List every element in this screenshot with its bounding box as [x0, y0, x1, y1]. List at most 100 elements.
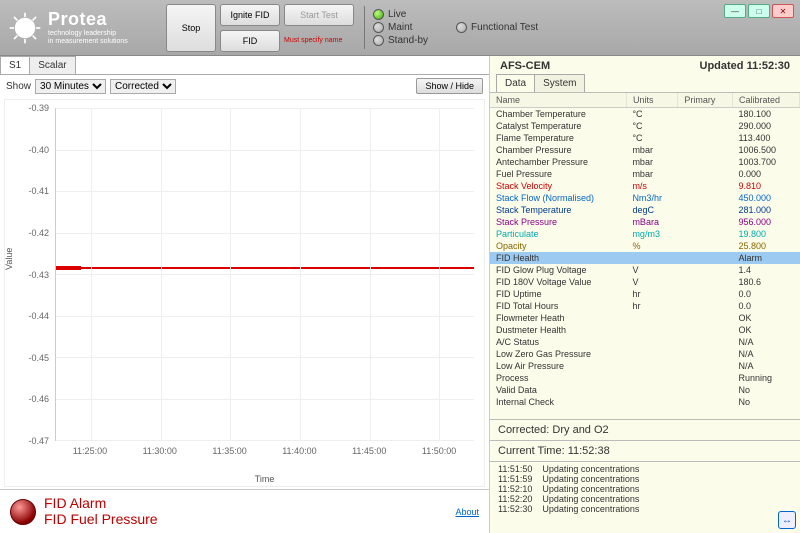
y-axis-label: Value [4, 247, 14, 269]
corrected-section: Corrected: Dry and O2 [490, 419, 800, 440]
stop-button[interactable]: Stop [166, 4, 216, 52]
x-tick: 11:45:00 [352, 446, 386, 456]
y-axis: Value -0.39-0.40-0.41-0.42-0.43-0.44-0.4… [5, 108, 53, 441]
separator [364, 6, 365, 49]
x-tick: 11:25:00 [73, 446, 107, 456]
x-tick: 11:35:00 [212, 446, 246, 456]
close-button[interactable]: ✕ [772, 4, 794, 18]
about-link[interactable]: About [455, 507, 479, 517]
tab-system[interactable]: System [534, 74, 585, 92]
table-row[interactable]: Stack PressuremBara956.000 [490, 216, 800, 228]
toolbar: Stop Ignite FID Start Test FID Must spec… [160, 0, 360, 55]
table-row[interactable]: Chamber Temperature°C180.100 [490, 108, 800, 121]
table-row[interactable]: Valid DataNo [490, 384, 800, 396]
plot-area [55, 108, 474, 441]
table-row[interactable]: Antechamber Pressurembar1003.700 [490, 156, 800, 168]
log[interactable]: 11:51:50Updating concentrations11:51:59U… [490, 461, 800, 533]
ignite-button[interactable]: Ignite FID [220, 4, 280, 26]
table-row[interactable]: Fuel Pressurembar0.000 [490, 168, 800, 180]
table-row[interactable]: Low Zero Gas PressureN/A [490, 348, 800, 360]
y-tick: -0.43 [28, 270, 49, 280]
status-standby: Stand-by [388, 35, 428, 46]
start-test-button[interactable]: Start Test [284, 4, 354, 26]
table-row[interactable]: FID 180V Voltage ValueV180.6 [490, 276, 800, 288]
series-line [56, 267, 474, 269]
chart-controls: Show 30 Minutes Corrected Show / Hide [0, 75, 489, 97]
minimize-button[interactable]: — [724, 4, 746, 18]
log-row: 11:51:59Updating concentrations [494, 474, 796, 484]
th-primary[interactable]: Primary [678, 93, 733, 108]
fid-button[interactable]: FID [220, 30, 280, 52]
status-live: Live [388, 9, 406, 20]
table-row[interactable]: FID Uptimehr0.0 [490, 288, 800, 300]
y-tick: -0.45 [28, 353, 49, 363]
maximize-button[interactable]: □ [748, 4, 770, 18]
window-controls: — □ ✕ [724, 4, 794, 18]
left-tabs: S1 Scalar [0, 56, 489, 75]
y-tick: -0.42 [28, 228, 49, 238]
brand-title: Protea [48, 9, 128, 30]
th-name[interactable]: Name [490, 93, 626, 108]
table-row[interactable]: Stack TemperaturedegC281.000 [490, 204, 800, 216]
x-axis-label: Time [255, 474, 275, 484]
table-row[interactable]: Opacity%25.800 [490, 240, 800, 252]
led-live-icon [373, 9, 384, 20]
led-standby-icon [373, 35, 384, 46]
table-row[interactable]: Stack Velocitym/s9.810 [490, 180, 800, 192]
status-col-2: Functional Test [452, 0, 542, 55]
teamviewer-icon[interactable]: ↔ [778, 511, 796, 529]
updated-time: 11:52:30 [747, 60, 790, 72]
show-hide-button[interactable]: Show / Hide [416, 78, 483, 94]
y-tick: -0.39 [28, 103, 49, 113]
table-row[interactable]: Internal CheckNo [490, 396, 800, 408]
tab-scalar[interactable]: Scalar [29, 56, 75, 74]
log-row: 11:52:10Updating concentrations [494, 484, 796, 494]
data-table: Name Units Primary Calibrated Chamber Te… [490, 93, 800, 419]
warn-text: Must specify name [284, 37, 354, 44]
th-calibrated[interactable]: Calibrated [732, 93, 799, 108]
tab-s1[interactable]: S1 [0, 56, 30, 74]
alarm-led-icon [10, 499, 36, 525]
right-title: AFS-CEM [500, 60, 550, 72]
table-row[interactable]: FID HealthAlarm [490, 252, 800, 264]
table-row[interactable]: ProcessRunning [490, 372, 800, 384]
x-tick: 11:50:00 [422, 446, 456, 456]
brand-sub2: in measurement solutions [48, 38, 128, 46]
table-row[interactable]: A/C StatusN/A [490, 336, 800, 348]
table-row[interactable]: Stack Flow (Normalised)Nm3/hr450.000 [490, 192, 800, 204]
brand-sub1: technology leadership [48, 30, 128, 38]
x-tick: 11:40:00 [282, 446, 316, 456]
chart: Value -0.39-0.40-0.41-0.42-0.43-0.44-0.4… [4, 99, 485, 487]
left-pane: S1 Scalar Show 30 Minutes Corrected Show… [0, 56, 490, 533]
log-row: 11:52:20Updating concentrations [494, 494, 796, 504]
table-row[interactable]: Catalyst Temperature°C290.000 [490, 120, 800, 132]
current-time: 11:52:38 [568, 445, 610, 457]
right-pane: AFS-CEM Updated 11:52:30 Data System Nam… [490, 56, 800, 533]
table-row[interactable]: Dustmeter HealthOK [490, 324, 800, 336]
tab-data[interactable]: Data [496, 74, 535, 92]
led-func-icon [456, 22, 467, 33]
y-tick: -0.44 [28, 311, 49, 321]
table-row[interactable]: Flame Temperature°C113.400 [490, 132, 800, 144]
table-row[interactable]: Flowmeter HeathOK [490, 312, 800, 324]
th-units[interactable]: Units [626, 93, 677, 108]
alarm-bar: FID Alarm FID Fuel Pressure About [0, 489, 489, 533]
right-tabs: Data System [490, 74, 800, 93]
table-row[interactable]: FID Total Hourshr0.0 [490, 300, 800, 312]
correction-select[interactable]: Corrected [110, 79, 176, 94]
brand: Protea technology leadership in measurem… [0, 0, 160, 55]
x-axis: Time 11:25:00 11:30:00 11:35:00 11:40:00 11:… [55, 444, 474, 486]
table-row[interactable]: Chamber Pressurembar1006.500 [490, 144, 800, 156]
alarm-line1: FID Alarm [44, 496, 158, 511]
table-row[interactable]: Particulatemg/m319.800 [490, 228, 800, 240]
table-row[interactable]: Low Air PressureN/A [490, 360, 800, 372]
x-tick: 11:30:00 [143, 446, 177, 456]
table-row[interactable]: FID Glow Plug VoltageV1.4 [490, 264, 800, 276]
log-row: 11:51:50Updating concentrations [494, 464, 796, 474]
y-tick: -0.46 [28, 394, 49, 404]
logo-icon [8, 11, 42, 45]
current-time-section: Current Time: 11:52:38 [490, 440, 800, 461]
log-row: 11:52:30Updating concentrations [494, 504, 796, 514]
time-range-select[interactable]: 30 Minutes [35, 79, 106, 94]
y-tick: -0.41 [28, 186, 49, 196]
